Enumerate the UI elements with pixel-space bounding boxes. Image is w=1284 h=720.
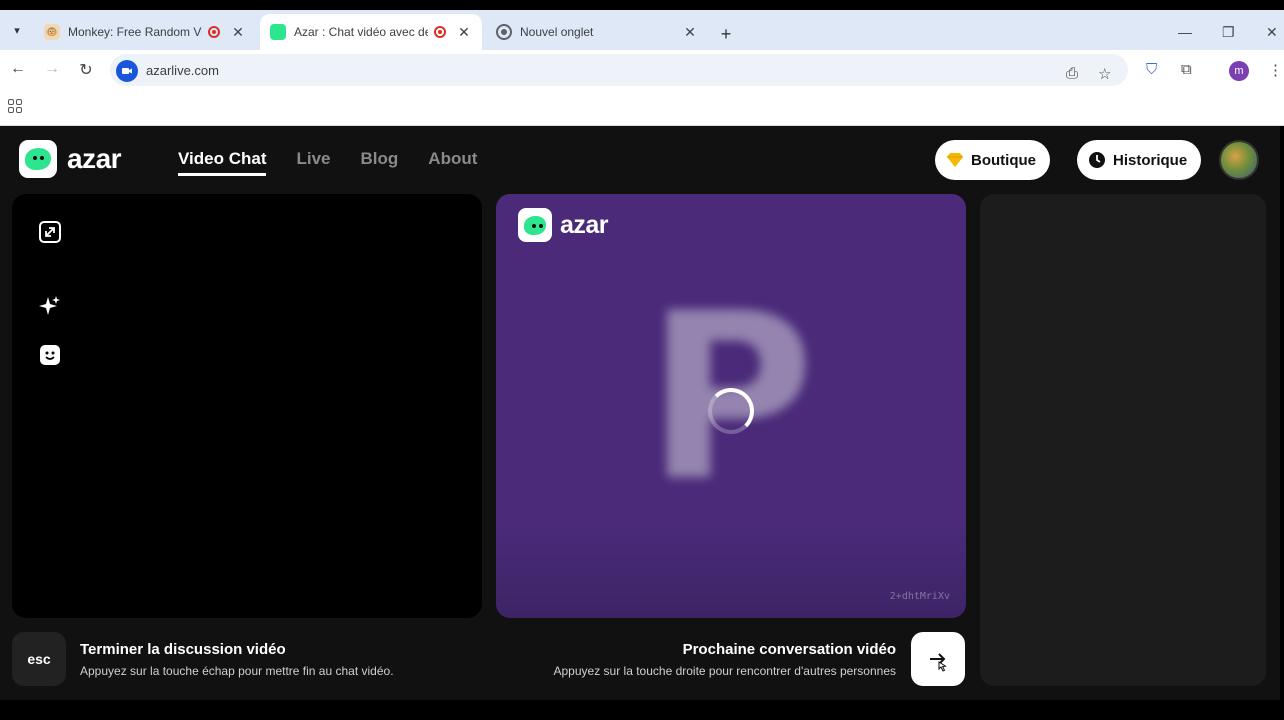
watermark-logo: azar — [518, 208, 609, 242]
minimize-video-icon[interactable] — [38, 220, 62, 244]
logo-text: azar — [67, 143, 122, 174]
recording-icon — [434, 26, 446, 38]
install-app-icon[interactable]: ⎙ — [1066, 65, 1078, 82]
end-chat-button[interactable]: esc — [12, 632, 66, 686]
shop-label: Boutique — [971, 151, 1036, 169]
bookmark-star-icon[interactable]: ☆ — [1098, 65, 1111, 83]
gem-icon — [945, 150, 965, 170]
shop-button[interactable]: Boutique — [935, 140, 1050, 180]
browser-toolbar: ← → ↻ azarlive.com ⎙ ☆ ⛉ ⧉ m ⋮ — [0, 50, 1284, 90]
end-chat-hint: Appuyez sur la touche échap pour mettre … — [80, 664, 394, 678]
extensions-puzzle-icon[interactable]: ⧉ — [1181, 61, 1192, 78]
session-code: 2+dhtMriXv — [889, 591, 950, 602]
nav-live[interactable]: Live — [296, 149, 330, 176]
loading-spinner-icon — [708, 388, 754, 434]
window-top-edge — [0, 0, 1284, 10]
history-button[interactable]: Historique — [1077, 140, 1202, 180]
tab-monkey[interactable]: 🐵 Monkey: Free Random Vide ✕ — [34, 14, 256, 50]
close-tab-icon[interactable]: ✕ — [456, 24, 472, 41]
next-chat-hint: Appuyez sur la touche droite pour rencon… — [553, 664, 897, 678]
nav-about[interactable]: About — [428, 149, 477, 176]
end-chat-title: Terminer la discussion vidéo — [80, 641, 286, 658]
tab-azar[interactable]: Azar : Chat vidéo avec de n ✕ — [260, 14, 482, 50]
clock-icon — [1087, 150, 1107, 170]
tab-title: Monkey: Free Random Vide — [68, 25, 202, 39]
sparkle-effects-icon[interactable] — [38, 294, 62, 318]
azar-logo-icon — [518, 208, 552, 242]
window-right-edge — [1280, 126, 1284, 700]
azar-page: azar Video Chat Live Blog About Boutique… — [0, 126, 1280, 700]
reload-icon[interactable]: ↻ — [76, 60, 96, 80]
new-tab-icon[interactable]: + — [716, 24, 736, 45]
close-tab-icon[interactable]: ✕ — [230, 24, 246, 41]
restore-icon[interactable]: ❐ — [1222, 24, 1235, 41]
address-bar[interactable]: azarlive.com ⎙ ☆ — [110, 54, 1128, 86]
history-label: Historique — [1113, 151, 1188, 169]
partner-video-panel: azar P 2+dhtMriXv — [496, 194, 966, 618]
close-window-icon[interactable]: ✕ — [1266, 24, 1278, 41]
tab-search-chevron-icon[interactable]: ▾ — [6, 19, 28, 41]
recording-icon — [208, 26, 220, 38]
window-bottom-edge — [0, 700, 1284, 720]
user-avatar[interactable] — [1219, 140, 1259, 180]
azar-logo-icon — [19, 140, 57, 178]
chrome-favicon-icon — [496, 24, 512, 40]
profile-avatar[interactable]: m — [1229, 61, 1249, 81]
menu-kebab-icon[interactable]: ⋮ — [1268, 61, 1283, 79]
close-tab-icon[interactable]: ✕ — [682, 24, 698, 41]
minimize-icon[interactable]: — — [1178, 24, 1192, 40]
nav-video-chat[interactable]: Video Chat — [178, 149, 267, 176]
main-nav: Video Chat Live Blog About — [178, 149, 477, 176]
browser-tab-strip: ▾ 🐵 Monkey: Free Random Vide ✕ Azar : Ch… — [0, 10, 1284, 50]
arrow-right-icon — [930, 653, 947, 672]
nav-blog[interactable]: Blog — [361, 149, 399, 176]
bookmarks-bar — [0, 90, 1284, 126]
camera-site-icon[interactable] — [116, 60, 138, 82]
azar-favicon-icon — [270, 24, 286, 40]
next-chat-title: Prochaine conversation vidéo — [682, 641, 896, 658]
monkey-favicon-icon: 🐵 — [44, 24, 60, 40]
apps-grid-icon[interactable] — [8, 99, 22, 113]
back-icon[interactable]: ← — [8, 60, 28, 78]
shield-extension-icon[interactable]: ⛉ — [1146, 61, 1157, 78]
face-filter-icon[interactable] — [38, 343, 62, 367]
tab-new-tab[interactable]: Nouvel onglet ✕ — [486, 14, 708, 50]
tab-title: Nouvel onglet — [520, 25, 594, 39]
self-video-panel — [12, 194, 482, 618]
next-chat-button[interactable] — [911, 632, 965, 686]
forward-icon[interactable]: → — [42, 60, 62, 78]
azar-logo[interactable]: azar — [19, 140, 122, 178]
url-text: azarlive.com — [146, 63, 219, 78]
watermark-text: azar — [560, 210, 609, 239]
tab-title: Azar : Chat vidéo avec de n — [294, 25, 428, 39]
side-panel — [980, 194, 1266, 686]
